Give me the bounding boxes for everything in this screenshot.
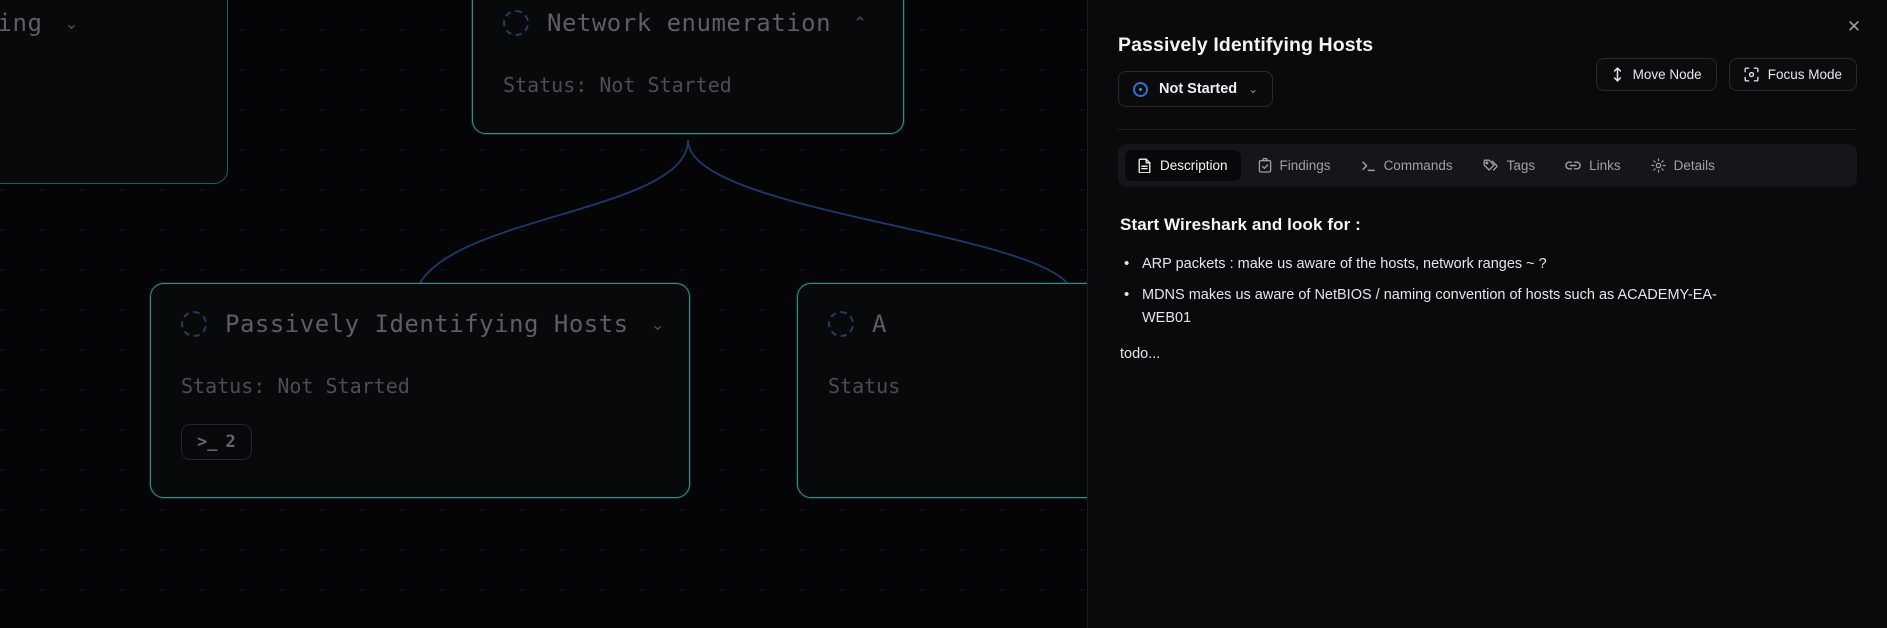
- tab-tags[interactable]: Tags: [1470, 150, 1549, 181]
- circle-dot-icon: [1133, 81, 1148, 97]
- graph-canvas[interactable]: rk Poisoning ⌄ Started Network enumerati…: [0, 0, 1087, 628]
- tab-details[interactable]: Details: [1638, 150, 1728, 181]
- file-text-icon: [1138, 158, 1152, 173]
- terminal-icon: >_: [197, 432, 218, 452]
- close-icon[interactable]: ✕: [1839, 12, 1869, 42]
- tab-label: Details: [1673, 158, 1715, 173]
- node-header: Passively Identifying Hosts ⌄: [181, 310, 665, 338]
- tab-label: Links: [1589, 158, 1621, 173]
- graph-node-poisoning[interactable]: rk Poisoning ⌄ Started: [0, 0, 228, 184]
- node-status-text: Status: Not Started: [181, 374, 410, 398]
- description-footer: todo...: [1120, 345, 1161, 362]
- chevron-down-icon[interactable]: ⌄: [64, 15, 78, 32]
- chevron-down-icon: ⌄: [1248, 82, 1259, 96]
- graph-node-network-enumeration[interactable]: Network enumeration ⌃ Status: Not Starte…: [472, 0, 904, 134]
- description-heading: Start Wireshark and look for :: [1120, 215, 1361, 234]
- list-item: MDNS makes us aware of NetBIOS / naming …: [1120, 283, 1720, 330]
- tab-description[interactable]: Description: [1125, 150, 1241, 181]
- tags-icon: [1483, 159, 1499, 173]
- node-status-text: Status: Not Started: [503, 73, 732, 97]
- dashed-circle-icon: [503, 10, 529, 36]
- node-title: A: [872, 310, 887, 338]
- clipboard-check-icon: [1258, 158, 1272, 173]
- tab-label: Findings: [1279, 158, 1331, 173]
- node-detail-panel: ✕ Passively Identifying Hosts Not Starte…: [1087, 0, 1887, 628]
- command-count: 2: [225, 432, 236, 452]
- node-status-text: Status: [828, 374, 901, 398]
- node-command-count-badge[interactable]: >_ 2: [181, 424, 252, 460]
- chevron-down-icon[interactable]: ⌄: [651, 316, 665, 333]
- node-header: rk Poisoning ⌄: [0, 9, 197, 37]
- description-content: Start Wireshark and look for : ARP packe…: [1118, 187, 1857, 362]
- list-item: ARP packets : make us aware of the hosts…: [1120, 252, 1720, 276]
- page-title: Passively Identifying Hosts: [1118, 34, 1374, 56]
- tab-findings[interactable]: Findings: [1245, 150, 1344, 181]
- node-title: Passively Identifying Hosts: [225, 310, 629, 338]
- app-root: rk Poisoning ⌄ Started Network enumerati…: [0, 0, 1887, 628]
- move-node-label: Move Node: [1632, 67, 1702, 82]
- panel-tabs: Description Findings Commands Tags Links…: [1118, 144, 1857, 187]
- node-title: rk Poisoning: [0, 9, 43, 37]
- graph-node-active[interactable]: A Status: [797, 283, 1087, 498]
- tab-commands[interactable]: Commands: [1348, 150, 1466, 181]
- node-title: Network enumeration: [547, 9, 832, 37]
- status-select[interactable]: Not Started ⌄: [1118, 71, 1274, 107]
- panel-header: Passively Identifying Hosts Not Started …: [1118, 26, 1857, 107]
- node-header: A: [828, 310, 1087, 338]
- graph-node-passively-identifying-hosts[interactable]: Passively Identifying Hosts ⌄ Status: No…: [150, 283, 690, 498]
- node-header: Network enumeration ⌃: [503, 9, 873, 37]
- move-node-button[interactable]: Move Node: [1595, 58, 1717, 91]
- gear-icon: [1650, 158, 1666, 173]
- dashed-circle-icon: [181, 311, 207, 337]
- tab-links[interactable]: Links: [1552, 150, 1634, 181]
- panel-divider: [1118, 129, 1857, 130]
- tab-label: Commands: [1383, 158, 1453, 173]
- description-bullet-list: ARP packets : make us aware of the hosts…: [1120, 252, 1855, 330]
- status-select-value: Not Started: [1159, 81, 1238, 97]
- terminal-icon: [1361, 159, 1376, 173]
- focus-target-icon: [1744, 67, 1759, 82]
- node-status-text: Started: [0, 73, 197, 97]
- focus-mode-button[interactable]: Focus Mode: [1728, 58, 1857, 91]
- focus-mode-label: Focus Mode: [1767, 67, 1842, 82]
- chevron-up-icon[interactable]: ⌃: [853, 15, 867, 32]
- link-icon: [1565, 159, 1581, 172]
- dashed-circle-icon: [828, 311, 854, 337]
- tab-label: Description: [1160, 158, 1228, 173]
- tab-label: Tags: [1506, 158, 1536, 173]
- move-vertical-icon: [1611, 67, 1624, 82]
